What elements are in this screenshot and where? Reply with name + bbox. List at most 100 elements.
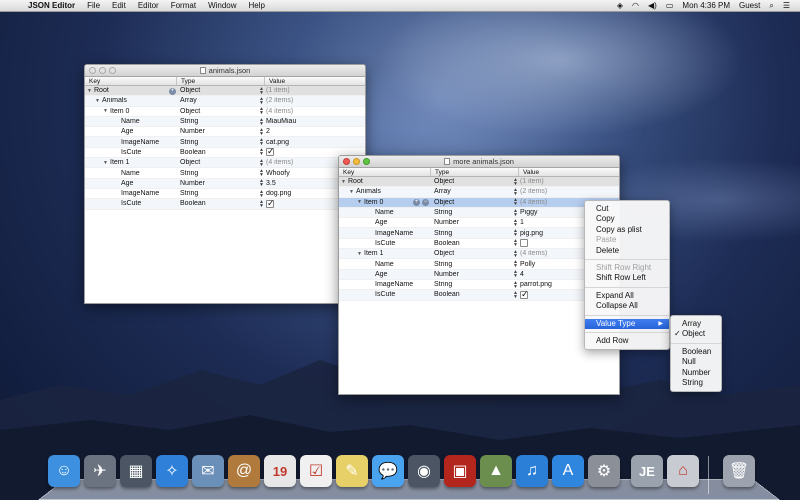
disclosure-triangle-icon[interactable]: ▼: [87, 88, 94, 94]
disclosure-triangle-icon[interactable]: ▼: [103, 108, 110, 114]
table-row[interactable]: ▼ Animals Array ▲ ▼ (2 items): [85, 96, 365, 106]
add-row-button[interactable]: +: [169, 88, 176, 95]
type-stepper-icon[interactable]: ▲ ▼: [513, 260, 517, 268]
zoom-button[interactable]: [109, 67, 116, 74]
type-cell[interactable]: String: [431, 281, 511, 288]
table-row[interactable]: Name String ▲ ▼ Polly: [339, 259, 619, 269]
table-row[interactable]: IsCute Boolean ▲ ▼: [339, 239, 619, 249]
launchpad-icon[interactable]: ✈: [84, 455, 116, 487]
key-cell[interactable]: Name: [85, 170, 177, 177]
zoom-button[interactable]: [363, 158, 370, 165]
type-cell[interactable]: String: [431, 209, 511, 216]
table-row[interactable]: Name String ▲ ▼ MiauMiau: [85, 117, 365, 127]
table-row[interactable]: ImageName String ▲ ▼ cat.png: [85, 137, 365, 147]
disclosure-triangle-icon[interactable]: ▼: [357, 251, 364, 257]
key-cell[interactable]: ▼ Animals: [339, 188, 431, 195]
key-cell[interactable]: Age: [339, 219, 431, 226]
key-cell[interactable]: Age: [85, 128, 177, 135]
key-cell[interactable]: ImageName: [85, 139, 177, 146]
type-cell[interactable]: Number: [431, 271, 511, 278]
window-titlebar[interactable]: animals.json: [85, 65, 365, 77]
type-cell[interactable]: Array: [177, 97, 257, 104]
key-cell[interactable]: ▼ Animals: [85, 97, 177, 104]
table-row[interactable]: ImageName String ▲ ▼ pig.png: [339, 228, 619, 238]
iphoto-icon[interactable]: ▲: [480, 455, 512, 487]
key-cell[interactable]: ImageName: [85, 190, 177, 197]
menu-window[interactable]: Window: [202, 1, 242, 10]
menu-item-value-type[interactable]: Value Type ▶: [585, 319, 669, 329]
type-stepper-icon[interactable]: ▲ ▼: [259, 148, 263, 156]
clock[interactable]: Mon 4:36 PM: [682, 1, 730, 10]
close-button[interactable]: [89, 67, 96, 74]
minimize-button[interactable]: [353, 158, 360, 165]
key-cell[interactable]: IsCute: [85, 200, 177, 207]
type-cell[interactable]: Object: [431, 178, 511, 185]
type-stepper-icon[interactable]: ▲ ▼: [513, 188, 517, 196]
table-row[interactable]: IsCute Boolean ▲ ▼: [339, 290, 619, 300]
type-cell[interactable]: String: [177, 139, 257, 146]
mail-icon[interactable]: ✉: [192, 455, 224, 487]
menu-item-string[interactable]: String: [671, 378, 721, 388]
type-cell[interactable]: Object: [177, 108, 257, 115]
calendar-icon[interactable]: 19: [264, 455, 296, 487]
column-type[interactable]: Type: [177, 77, 265, 85]
table-row[interactable]: ▼ Animals Array ▲ ▼ (2 items): [339, 187, 619, 197]
type-stepper-icon[interactable]: ▲ ▼: [259, 190, 263, 198]
trash-icon[interactable]: 🗑: [723, 455, 755, 487]
column-value[interactable]: Value: [519, 168, 619, 176]
key-cell[interactable]: ImageName: [339, 281, 431, 288]
menu-item-add-row[interactable]: Add Row: [585, 336, 669, 346]
type-cell[interactable]: String: [431, 261, 511, 268]
type-stepper-icon[interactable]: ▲ ▼: [513, 250, 517, 258]
table-row[interactable]: ▼ Item 1 Object ▲ ▼ (4 items): [85, 158, 365, 168]
key-cell[interactable]: ▼ Item 1: [339, 250, 431, 257]
safari-icon[interactable]: ✧: [156, 455, 188, 487]
system-preferences-icon[interactable]: ⚙: [588, 455, 620, 487]
key-cell[interactable]: Name: [85, 118, 177, 125]
menu-item-object[interactable]: Object ✓: [671, 329, 721, 339]
type-cell[interactable]: Boolean: [177, 200, 257, 207]
type-cell[interactable]: Array: [431, 188, 511, 195]
notification-center-icon[interactable]: ☰: [783, 1, 790, 10]
mission-control-icon[interactable]: ▦: [120, 455, 152, 487]
type-cell[interactable]: Number: [177, 128, 257, 135]
key-cell[interactable]: ▼ Item 0: [85, 108, 177, 115]
value-cell[interactable]: ▲ ▼ (4 items): [257, 107, 365, 115]
column-value[interactable]: Value: [265, 77, 365, 85]
type-cell[interactable]: Object: [431, 250, 511, 257]
spotlight-icon[interactable]: ⌕: [769, 1, 773, 11]
table-row[interactable]: Age Number ▲ ▼ 2: [85, 127, 365, 137]
menu-item-number[interactable]: Number: [671, 368, 721, 378]
menu-item-cut[interactable]: Cut: [585, 204, 669, 214]
table-row[interactable]: Age Number ▲ ▼ 3.5: [85, 179, 365, 189]
menu-app-name[interactable]: JSON Editor: [22, 1, 81, 10]
disclosure-triangle-icon[interactable]: ▼: [341, 179, 348, 185]
type-cell[interactable]: String: [177, 190, 257, 197]
type-cell[interactable]: Object: [177, 159, 257, 166]
type-stepper-icon[interactable]: ▲ ▼: [513, 291, 517, 299]
table-row[interactable]: ImageName String ▲ ▼ dog.png: [85, 189, 365, 199]
table-row[interactable]: ▼ Root Object ▲ ▼ (1 item): [339, 177, 619, 187]
type-stepper-icon[interactable]: ▲ ▼: [513, 219, 517, 227]
type-cell[interactable]: String: [177, 118, 257, 125]
reminders-icon[interactable]: ☑: [300, 455, 332, 487]
type-stepper-icon[interactable]: ▲ ▼: [513, 239, 517, 247]
menu-editor[interactable]: Editor: [132, 1, 165, 10]
type-cell[interactable]: Object: [431, 199, 511, 206]
table-row[interactable]: IsCute Boolean ▲ ▼: [85, 199, 365, 209]
type-cell[interactable]: String: [431, 230, 511, 237]
key-cell[interactable]: ▼ Item 1: [85, 159, 177, 166]
value-cell[interactable]: ▲ ▼ cat.png: [257, 138, 365, 146]
notes-icon[interactable]: ✎: [336, 455, 368, 487]
table-row[interactable]: ▼ Item 0 Object ▲ ▼ (4 items) + −: [339, 198, 619, 208]
type-stepper-icon[interactable]: ▲ ▼: [513, 178, 517, 186]
value-cell[interactable]: ▲ ▼ (2 items): [511, 188, 619, 196]
menu-format[interactable]: Format: [165, 1, 202, 10]
table-row[interactable]: IsCute Boolean ▲ ▼: [85, 148, 365, 158]
messages-icon[interactable]: 💬: [372, 455, 404, 487]
menu-item-delete[interactable]: Delete: [585, 246, 669, 256]
type-stepper-icon[interactable]: ▲ ▼: [513, 281, 517, 289]
app-store-icon[interactable]: A: [552, 455, 584, 487]
column-key[interactable]: Key: [85, 77, 177, 85]
menu-help[interactable]: Help: [243, 1, 271, 10]
